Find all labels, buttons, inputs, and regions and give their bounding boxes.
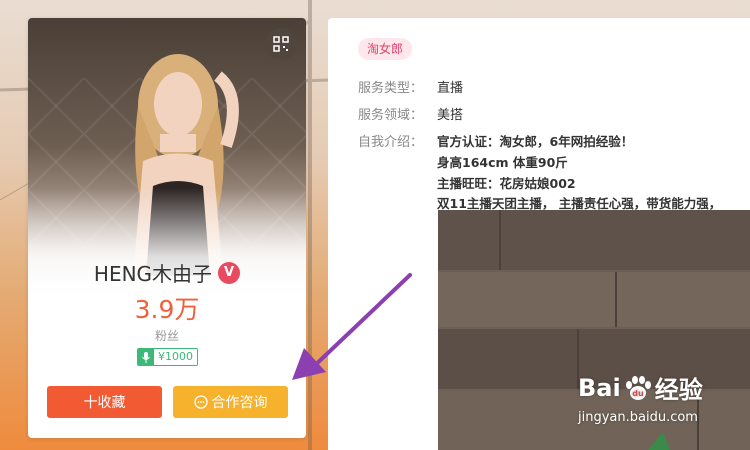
intro-line: 官方认证：淘女郎，6年网拍经验！ (437, 134, 634, 149)
consult-button[interactable]: 合作咨询 (173, 386, 288, 418)
intro-label: 自我介绍： (358, 135, 424, 150)
org-tag[interactable]: 淘女郎 (358, 38, 413, 60)
watermark-url: jingyan.baidu.com (578, 410, 698, 425)
price-tag: ¥1000 (137, 348, 198, 366)
qr-code-button[interactable] (265, 28, 297, 60)
qr-code-icon (273, 36, 289, 52)
service-area-label: 服务领域： (358, 108, 424, 123)
fans-count: 3.9万 (134, 295, 200, 324)
svg-text:du: du (632, 389, 644, 398)
profile-card: HENG木由子 V 3.9万 粉丝 ¥1000 十收藏 合作咨询 (28, 18, 306, 438)
service-type-label: 服务类型： (358, 81, 424, 96)
service-area-value: 美搭 (437, 108, 464, 123)
consult-button-label: 合作咨询 (211, 395, 268, 411)
watermark-brand: Bai (578, 373, 621, 402)
verified-icon: V (218, 261, 241, 284)
baidu-paw-icon: du (625, 375, 651, 400)
favorite-button[interactable]: 十收藏 (47, 386, 162, 418)
service-type-value: 直播 (437, 81, 464, 96)
fans-label: 粉丝 (154, 329, 179, 343)
intro-line: 身高164cm 体重90斤 (437, 155, 568, 170)
chat-bubble-icon (193, 395, 208, 409)
baidu-jingyan-watermark: Bai du 经验 jingyan.baidu.com (578, 370, 738, 430)
intro-line: 主播旺旺：花房姑娘002 (437, 176, 576, 191)
watermark-brand-suffix: 经验 (654, 376, 703, 404)
profile-name-row: HENG木由子 V (28, 258, 306, 287)
profile-name: HENG木由子 (93, 262, 213, 286)
price-amount: ¥1000 (154, 349, 197, 365)
mic-icon (138, 349, 154, 365)
